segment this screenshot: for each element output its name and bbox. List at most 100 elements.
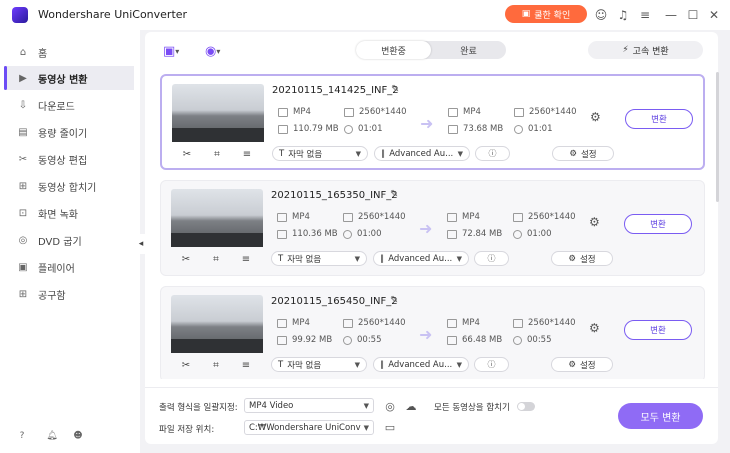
user-icon[interactable]: ☺ bbox=[592, 6, 610, 24]
add-device-icon: ◉ bbox=[205, 43, 217, 59]
resolution-icon bbox=[513, 212, 523, 222]
audio-icon: ∥ bbox=[380, 359, 385, 370]
bell-icon[interactable]: 🔔︎ bbox=[44, 428, 60, 444]
add-file-icon: ▣ bbox=[163, 43, 176, 59]
rename-icon[interactable]: ✎ bbox=[391, 84, 403, 96]
subtitle-icon: T bbox=[278, 359, 284, 370]
home-icon: ⌂ bbox=[19, 46, 27, 58]
sidebar-item-label: 용량 줄이기 bbox=[38, 128, 88, 140]
fast-convert-button[interactable]: ⚡︎ 고속 변환 bbox=[588, 41, 703, 59]
cloud-icon[interactable]: ☁ bbox=[404, 399, 418, 413]
feedback-icon[interactable]: ☻ bbox=[70, 428, 86, 444]
target-duration: 00:55 bbox=[513, 335, 552, 345]
sidebar-item-screen-record[interactable]: ⊡ 화면 녹화 bbox=[4, 201, 134, 225]
sidebar-item-edit[interactable]: ✂ 동영상 편집 bbox=[4, 147, 134, 171]
merge-all-toggle[interactable] bbox=[517, 402, 535, 411]
sidebar-item-toolbox[interactable]: ⊞ 공구함 bbox=[4, 282, 134, 306]
target-duration: 01:00 bbox=[513, 229, 552, 239]
help-icon[interactable]: ? bbox=[14, 428, 30, 444]
info-icon[interactable]: ⓘ bbox=[475, 146, 510, 161]
file-card[interactable]: ✂ ⌗ ≡ 20210115_165350_INF_2 ✎ MP4 2560*1… bbox=[160, 180, 705, 276]
subtitle-select[interactable]: T 자막 없음 ▼ bbox=[271, 357, 367, 372]
target-size-value: 66.48 MB bbox=[462, 335, 503, 345]
sidebar-item-dvd[interactable]: ◎ DVD 굽기 bbox=[4, 228, 134, 252]
resolution-icon bbox=[343, 318, 353, 328]
source-resolution-value: 2560*1440 bbox=[358, 212, 406, 222]
menu-icon[interactable]: ≡ bbox=[636, 6, 654, 24]
source-duration: 00:55 bbox=[343, 335, 382, 345]
convert-all-button[interactable]: 모두 변환 bbox=[618, 403, 703, 429]
sidebar-item-label: 홈 bbox=[38, 48, 48, 60]
tab-converting[interactable]: 변환중 bbox=[356, 41, 431, 59]
tab-completed[interactable]: 완료 bbox=[431, 41, 506, 59]
chevron-down-icon: ▼ bbox=[354, 360, 360, 369]
output-settings-icon[interactable]: ⚙ bbox=[589, 321, 605, 339]
add-files-button[interactable]: ▣ ▾ bbox=[163, 42, 193, 60]
audio-select[interactable]: ∥ Advanced Au... ▼ bbox=[373, 357, 469, 372]
sidebar-item-download[interactable]: ⇩ 다운로드 bbox=[4, 93, 134, 117]
target-resolution-value: 2560*1440 bbox=[528, 212, 576, 222]
file-name: 20210115_141425_INF_2 bbox=[272, 85, 399, 96]
effects-icon[interactable]: ≡ bbox=[239, 359, 253, 371]
sidebar-item-compress[interactable]: ▤ 용량 줄이기 bbox=[4, 120, 134, 144]
gift-icon: ▣ bbox=[521, 9, 531, 19]
sidebar-item-player[interactable]: ▣ 플레이어 bbox=[4, 255, 134, 279]
gear-icon: ⚙ bbox=[568, 253, 576, 264]
subtitle-select[interactable]: T 자막 없음 ▼ bbox=[272, 146, 368, 161]
audio-select[interactable]: ∥ Advanced Au... ▼ bbox=[374, 146, 470, 161]
output-format-select[interactable]: MP4 Video ▼ bbox=[244, 398, 374, 413]
target-size: 66.48 MB bbox=[447, 335, 502, 345]
crop-icon[interactable]: ⌗ bbox=[210, 148, 224, 160]
convert-button[interactable]: 변환 bbox=[624, 214, 692, 234]
audio-select[interactable]: ∥ Advanced Au... ▼ bbox=[373, 251, 469, 266]
resolution-icon bbox=[513, 318, 523, 328]
subtitle-select[interactable]: T 자막 없음 ▼ bbox=[271, 251, 367, 266]
scissors-icon: ✂ bbox=[18, 153, 28, 165]
source-duration-value: 01:01 bbox=[358, 124, 383, 134]
format-settings-icon[interactable]: ◎ bbox=[383, 399, 397, 413]
sidebar-item-label: 동영상 합치기 bbox=[38, 182, 97, 194]
minimize-icon[interactable]: — bbox=[662, 6, 680, 24]
settings-button[interactable]: ⚙ 설정 bbox=[551, 357, 613, 372]
source-size-value: 99.92 MB bbox=[292, 335, 333, 345]
promo-button[interactable]: ▣ 쿨한 확인 bbox=[505, 5, 587, 23]
info-icon[interactable]: ⓘ bbox=[474, 357, 509, 372]
chevron-down-icon: ▼ bbox=[456, 360, 462, 369]
rename-icon[interactable]: ✎ bbox=[390, 189, 402, 201]
trim-icon[interactable]: ✂ bbox=[179, 253, 193, 265]
audio-value: Advanced Au... bbox=[388, 359, 453, 370]
sidebar-item-video-convert[interactable]: ▶ 동영상 변환 bbox=[4, 66, 134, 90]
crop-icon[interactable]: ⌗ bbox=[209, 253, 223, 265]
rename-icon[interactable]: ✎ bbox=[390, 295, 402, 307]
trim-icon[interactable]: ✂ bbox=[179, 359, 193, 371]
sidebar-item-home[interactable]: ⌂ 홈 bbox=[4, 40, 134, 64]
app-logo-icon bbox=[12, 7, 28, 23]
trim-icon[interactable]: ✂ bbox=[180, 148, 194, 160]
settings-button[interactable]: ⚙ 설정 bbox=[552, 146, 614, 161]
effects-icon[interactable]: ≡ bbox=[239, 253, 253, 265]
close-icon[interactable]: ✕ bbox=[705, 6, 723, 24]
output-settings-icon[interactable]: ⚙ bbox=[590, 110, 606, 128]
info-icon[interactable]: ⓘ bbox=[474, 251, 509, 266]
subtitle-value: 자막 없음 bbox=[287, 254, 322, 265]
scrollbar[interactable] bbox=[716, 72, 719, 202]
effects-icon[interactable]: ≡ bbox=[240, 148, 254, 160]
output-settings-icon[interactable]: ⚙ bbox=[589, 215, 605, 233]
headset-icon[interactable]: ♫ bbox=[614, 6, 632, 24]
save-location-select[interactable]: C:₩Wondershare UniConverte▼ bbox=[244, 420, 374, 435]
file-card[interactable]: ✂ ⌗ ≡ 20210115_165450_INF_2 ✎ MP4 2560*1… bbox=[160, 286, 705, 379]
crop-icon[interactable]: ⌗ bbox=[209, 359, 223, 371]
file-card[interactable]: ✂ ⌗ ≡ 20210115_141425_INF_2 ✎ MP4 2560*1… bbox=[160, 74, 705, 170]
subtitle-icon: T bbox=[279, 148, 285, 159]
settings-label: 설정 bbox=[579, 360, 596, 371]
sidebar-item-label: 플레이어 bbox=[38, 263, 75, 275]
video-thumbnail bbox=[171, 295, 263, 353]
folder-open-icon[interactable]: ▭ bbox=[383, 420, 397, 434]
source-size: 110.36 MB bbox=[277, 229, 338, 239]
add-from-device-button[interactable]: ◉ ▾ bbox=[205, 42, 235, 60]
maximize-icon[interactable]: ☐ bbox=[684, 6, 702, 24]
sidebar-item-merge[interactable]: ⊞ 동영상 합치기 bbox=[4, 174, 134, 198]
convert-button[interactable]: 변환 bbox=[625, 109, 693, 129]
convert-button[interactable]: 변환 bbox=[624, 320, 692, 340]
settings-button[interactable]: ⚙ 설정 bbox=[551, 251, 613, 266]
